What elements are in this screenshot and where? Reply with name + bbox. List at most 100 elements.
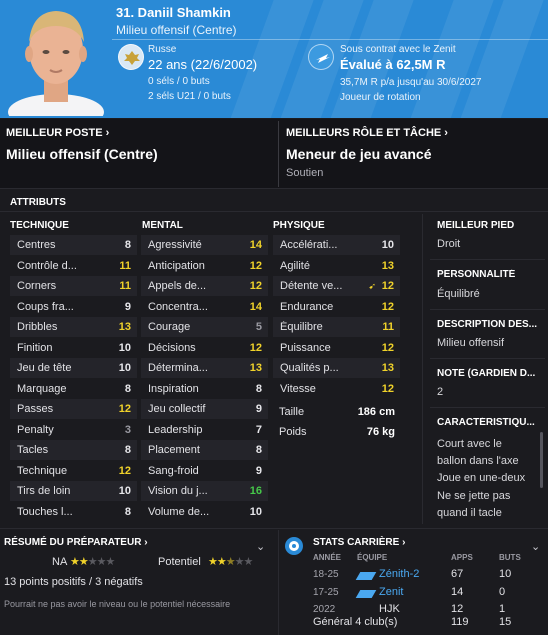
attribute-name: Appels de... bbox=[148, 280, 207, 292]
contract-info[interactable]: Sous contrat avec le Zenit bbox=[340, 44, 456, 55]
band-divider bbox=[278, 121, 279, 187]
player-name: 31. Daniil Shamkin bbox=[116, 5, 231, 20]
chevron-down-icon[interactable]: ⌄ bbox=[256, 540, 265, 553]
attribute-row-technical[interactable]: Tacles 8 bbox=[10, 440, 137, 460]
attribute-row-physical[interactable]: Détente ve... ➹ 12 bbox=[273, 276, 400, 296]
best-position-link[interactable]: MEILLEUR POSTE › bbox=[6, 127, 109, 139]
attribute-row-technical[interactable]: Technique 12 bbox=[10, 461, 137, 481]
attribute-name: Concentra... bbox=[148, 300, 208, 313]
attribute-row-technical[interactable]: Finition 10 bbox=[10, 338, 137, 358]
attribute-name: Jeu de tête bbox=[17, 362, 72, 374]
attribute-name: Placement bbox=[148, 444, 200, 456]
chevron-down-icon[interactable]: ⌄ bbox=[531, 540, 540, 553]
attribute-name: Qualités p... bbox=[280, 362, 339, 374]
club-logo-icon bbox=[355, 590, 377, 598]
attribute-row-technical[interactable]: Marquage 8 bbox=[10, 379, 137, 399]
attribute-value: 10 bbox=[118, 341, 131, 354]
club-badge-icon[interactable] bbox=[308, 44, 334, 70]
attribute-row-technical[interactable]: Dribbles 13 bbox=[10, 317, 137, 337]
gk-rating-value: 2 bbox=[437, 386, 444, 398]
attribute-row-physical[interactable]: Qualités p... 13 bbox=[273, 358, 400, 378]
attribute-value: 5 bbox=[255, 321, 262, 333]
career-team[interactable]: Zenit bbox=[379, 586, 403, 598]
nation-flag-icon[interactable] bbox=[118, 44, 144, 70]
attribute-row-technical[interactable]: Passes 12 bbox=[10, 399, 137, 419]
attribute-row-mental[interactable]: Détermina... 13 bbox=[141, 358, 268, 378]
attribute-value: 12 bbox=[381, 280, 394, 292]
attribute-row-mental[interactable]: Courage 5 bbox=[141, 317, 268, 337]
attribute-name: Inspiration bbox=[148, 382, 199, 395]
attribute-value: 9 bbox=[124, 300, 131, 313]
attribute-row-technical[interactable]: Touches l... 8 bbox=[10, 502, 137, 522]
attribute-row-mental[interactable]: Agressivité 14 bbox=[141, 235, 268, 255]
attribute-row-physical[interactable]: Équilibre 11 bbox=[273, 317, 400, 337]
attribute-name: Sang-froid bbox=[148, 464, 199, 477]
player-photo bbox=[8, 11, 104, 116]
best-position-band: MEILLEUR POSTE › Milieu offensif (Centre… bbox=[0, 119, 548, 189]
attribute-value: 12 bbox=[381, 341, 394, 354]
attribute-row-mental[interactable]: Sang-froid 9 bbox=[141, 461, 268, 481]
career-year: 17-25 bbox=[313, 587, 339, 598]
attribute-row-physical[interactable]: Agilité 13 bbox=[273, 256, 400, 276]
attribute-row-physical[interactable]: Endurance 12 bbox=[273, 297, 400, 317]
attribute-name: Finition bbox=[17, 341, 53, 354]
nationality[interactable]: Russe bbox=[148, 44, 176, 55]
attribute-name: Passes bbox=[17, 403, 54, 415]
career-stats-link[interactable]: STATS CARRIÈRE › bbox=[313, 537, 405, 548]
attribute-name: Tacles bbox=[17, 444, 49, 456]
attribute-row-technical[interactable]: Penalty 3 bbox=[10, 420, 137, 440]
attributes-title: ATTRIBUTS bbox=[10, 197, 66, 208]
career-goals: 10 bbox=[499, 568, 512, 580]
attribute-name: Touches l... bbox=[17, 505, 73, 518]
attribute-row-mental[interactable]: Leadership 7 bbox=[141, 420, 268, 440]
attribute-row-mental[interactable]: Jeu collectif 9 bbox=[141, 399, 268, 419]
attribute-row-mental[interactable]: Volume de... 10 bbox=[141, 502, 268, 522]
best-position-value: Milieu offensif (Centre) bbox=[6, 146, 158, 162]
career-goals: 1 bbox=[499, 603, 506, 615]
attribute-row-mental[interactable]: Décisions 12 bbox=[141, 338, 268, 358]
col-year: ANNÉE bbox=[313, 553, 342, 562]
attribute-value: 9 bbox=[255, 464, 262, 477]
attribute-row-mental[interactable]: Appels de... 12 bbox=[141, 276, 268, 296]
attribute-row-technical[interactable]: Jeu de tête 10 bbox=[10, 358, 137, 378]
attribute-row-technical[interactable]: Centres 8 bbox=[10, 235, 137, 255]
col-apps: APPS bbox=[451, 553, 473, 562]
attribute-value: 7 bbox=[255, 423, 262, 436]
attribute-name: Technique bbox=[17, 464, 68, 477]
attribute-value: 8 bbox=[255, 382, 262, 395]
attribute-row-physical[interactable]: Accélérati... 10 bbox=[273, 235, 400, 255]
current-ability-label: NA bbox=[52, 556, 68, 568]
career-year: 2022 bbox=[313, 604, 336, 615]
star-icon: ★ bbox=[87, 556, 98, 568]
attribute-row-physical[interactable]: Puissance 12 bbox=[273, 338, 400, 358]
attribute-value: 14 bbox=[249, 300, 262, 313]
best-role-duty: Soutien bbox=[286, 167, 324, 179]
attribute-row-technical[interactable]: Coups fra... 9 bbox=[10, 297, 137, 317]
career-team[interactable]: Zénith-2 bbox=[379, 568, 419, 580]
attribute-row-mental[interactable]: Concentra... 14 bbox=[141, 297, 268, 317]
attribute-row-mental[interactable]: Placement 8 bbox=[141, 440, 268, 460]
attribute-name: Détente ve... bbox=[280, 280, 343, 292]
attribute-name: Endurance bbox=[280, 300, 334, 313]
traits-title: CARACTÉRISTIQU... bbox=[437, 417, 535, 428]
attribute-name: Volume de... bbox=[148, 505, 210, 518]
coach-summary: 13 points positifs / 3 négatifs bbox=[4, 576, 143, 588]
career-team[interactable]: HJK bbox=[379, 603, 400, 615]
attribute-row-technical[interactable]: Tirs de loin 10 bbox=[10, 481, 137, 501]
coach-report-link[interactable]: RÉSUMÉ DU PRÉPARATEUR › bbox=[4, 537, 148, 548]
attribute-row-mental[interactable]: Inspiration 8 bbox=[141, 379, 268, 399]
attribute-value: 16 bbox=[249, 485, 262, 497]
star-icon: ★ bbox=[216, 556, 227, 568]
trait-line: ballon dans l'axe bbox=[437, 455, 519, 467]
senior-caps: 0 séls / 0 buts bbox=[148, 76, 210, 87]
best-role-link[interactable]: MEILLEURS RÔLE ET TÂCHE › bbox=[286, 127, 448, 139]
attribute-row-mental[interactable]: Anticipation 12 bbox=[141, 256, 268, 276]
attribute-value: 12 bbox=[118, 464, 131, 477]
attribute-row-technical[interactable]: Contrôle d... 11 bbox=[10, 256, 137, 276]
traits-scrollbar[interactable] bbox=[540, 432, 543, 488]
side-rule bbox=[430, 358, 545, 359]
attribute-row-physical[interactable]: Vitesse 12 bbox=[273, 379, 400, 399]
personality-title: PERSONNALITÉ bbox=[437, 269, 516, 280]
attribute-row-technical[interactable]: Corners 11 bbox=[10, 276, 137, 296]
attribute-row-mental[interactable]: Vision du j... 16 bbox=[141, 481, 268, 501]
